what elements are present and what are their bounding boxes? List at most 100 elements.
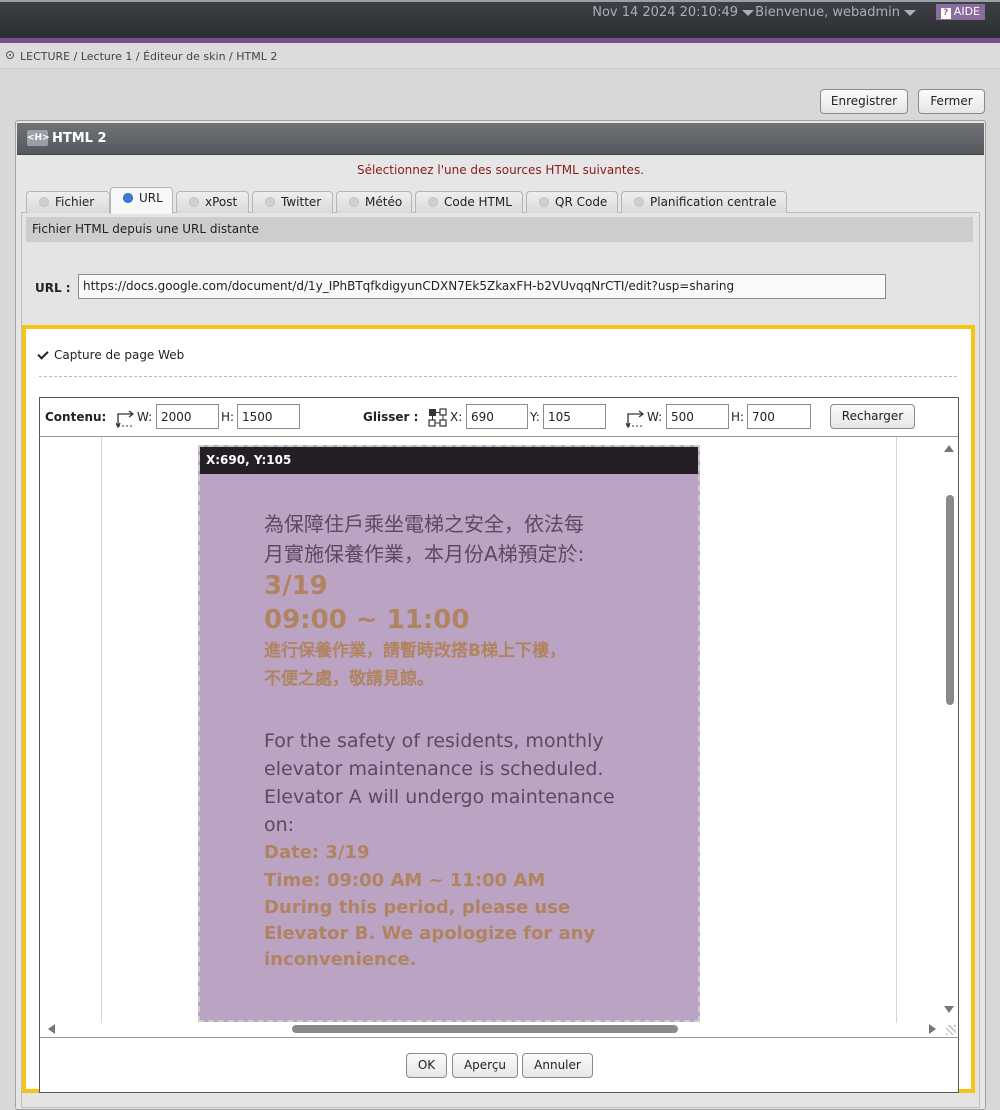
ok-button[interactable]: OK: [406, 1053, 447, 1078]
tab-label: URL: [139, 191, 163, 205]
tab-label: Météo: [365, 195, 403, 209]
select-source-message: Sélectionnez l'une des sources HTML suiv…: [356, 163, 645, 177]
tab-xpost[interactable]: xPost: [176, 191, 249, 213]
drag-label: Glisser :: [363, 410, 419, 424]
cancel-button[interactable]: Annuler: [522, 1053, 593, 1078]
capture-label: Capture de page Web: [54, 348, 185, 362]
scroll-up-arrow-icon[interactable]: [944, 445, 954, 452]
help-button[interactable]: ? AIDE: [935, 4, 985, 20]
scroll-left-arrow-icon[interactable]: [48, 1024, 55, 1034]
notice-en-line: on:: [264, 814, 295, 836]
breadcrumb-bar: LECTURE / Lecture 1 / Éditeur de skin / …: [0, 43, 1000, 69]
capture-viewport[interactable]: X:690, Y:105 為保障住戶乘坐電梯之安全，依法每 月實施保養作業，本月…: [39, 437, 959, 1037]
tab-qr-code[interactable]: QR Code: [526, 191, 618, 213]
html-icon: <H>: [27, 130, 50, 146]
divider: [39, 376, 957, 377]
preview-button[interactable]: Aperçu: [452, 1053, 518, 1078]
notice-en-time: Time: 09:00 AM ~ 11:00 AM: [264, 870, 546, 891]
help-label: AIDE: [953, 5, 980, 18]
tab-code-html[interactable]: Code HTML: [415, 191, 523, 213]
resize-icon: [626, 410, 645, 428]
move-icon: [428, 408, 447, 427]
radio-icon: [539, 197, 549, 207]
content-width-input[interactable]: [156, 404, 219, 429]
radio-icon: [634, 197, 644, 207]
notice-en-line: For the safety of residents, monthly: [264, 730, 604, 752]
notice-en-line: Elevator A will undergo maintenance: [264, 786, 615, 808]
radio-selected-icon: [123, 193, 133, 203]
notice-zh-line: 為保障住戶乘坐電梯之安全，依法每: [264, 512, 584, 536]
datetime-dropdown[interactable]: Nov 14 2024 20:10:49: [592, 5, 754, 20]
question-icon: ?: [940, 8, 951, 19]
radio-icon: [349, 197, 359, 207]
radio-icon: [265, 197, 275, 207]
tab-label: Fichier: [55, 195, 95, 209]
resize-icon: [116, 410, 135, 428]
drag-h-label: H:: [731, 410, 745, 424]
top-bar: Nov 14 2024 20:10:49 Bienvenue, webadmin…: [0, 0, 1000, 38]
dialog-footer: OK Aperçu Annuler: [39, 1037, 959, 1093]
panel-title: HTML 2: [52, 131, 107, 146]
vertical-scrollbar[interactable]: [946, 495, 954, 705]
drag-y-label: Y:: [530, 410, 540, 424]
content-w-label: W:: [137, 410, 153, 424]
notice-en-strong: Elevator B. We apologize for any: [264, 923, 596, 944]
drag-x-input[interactable]: [466, 404, 528, 429]
datetime-text: Nov 14 2024 20:10:49: [592, 5, 738, 20]
radio-icon: [39, 197, 49, 207]
drag-width-input[interactable]: [666, 404, 729, 429]
target-icon: [6, 51, 14, 59]
radio-icon: [189, 197, 199, 207]
drag-height-input[interactable]: [747, 404, 811, 429]
resize-grip-icon[interactable]: [946, 1025, 956, 1035]
save-button[interactable]: Enregistrer: [820, 89, 908, 114]
chevron-down-icon: [904, 9, 916, 16]
chevron-down-icon: [742, 9, 754, 16]
tab-fichier[interactable]: Fichier: [26, 191, 110, 213]
user-menu[interactable]: Bienvenue, webadmin: [755, 5, 916, 20]
notice-zh-strong: 進行保養作業，請暫時改搭B梯上下樓，: [264, 641, 566, 661]
notice-zh-strong: 不便之處，敬請見諒。: [264, 669, 434, 689]
notice-en-strong: During this period, please use: [264, 897, 571, 918]
tab-meteo[interactable]: Météo: [336, 191, 412, 213]
welcome-text: Bienvenue, webadmin: [755, 5, 900, 20]
breadcrumb: LECTURE / Lecture 1 / Éditeur de skin / …: [20, 50, 278, 63]
content-label: Contenu:: [45, 410, 107, 424]
content-height-input[interactable]: [237, 404, 300, 429]
drag-x-label: X:: [450, 410, 463, 424]
tab-label: Code HTML: [444, 195, 512, 209]
maintenance-notice: 為保障住戶乘坐電梯之安全，依法每 月實施保養作業，本月份A梯預定於: 3/19 …: [264, 509, 644, 973]
capture-checkbox[interactable]: Capture de page Web: [37, 348, 185, 362]
drag-selection-box[interactable]: X:690, Y:105 為保障住戶乘坐電梯之安全，依法每 月實施保養作業，本月…: [198, 445, 700, 1022]
notice-en-date: Date: 3/19: [264, 842, 370, 863]
tab-planification-centrale[interactable]: Planification centrale: [621, 191, 787, 213]
web-capture-box: Capture de page Web Contenu: W: H: Gliss…: [22, 325, 975, 1093]
notice-en-strong: inconvenience.: [264, 949, 417, 970]
tab-label: Twitter: [281, 195, 322, 209]
drag-y-input[interactable]: [543, 404, 606, 429]
notice-time: 09:00 ~ 11:00: [264, 605, 470, 635]
url-input[interactable]: https://docs.google.com/document/d/1y_IP…: [78, 274, 886, 299]
horizontal-scrollbar[interactable]: [292, 1025, 678, 1033]
scroll-right-arrow-icon[interactable]: [929, 1024, 936, 1034]
radio-icon: [428, 197, 438, 207]
tab-twitter[interactable]: Twitter: [252, 191, 333, 213]
capture-toolbar: Contenu: W: H: Glisser : X: Y: W:: [39, 397, 959, 437]
close-button[interactable]: Fermer: [918, 89, 985, 114]
url-label: URL :: [35, 281, 71, 295]
tab-label: xPost: [205, 195, 238, 209]
notice-date: 3/19: [264, 571, 328, 601]
notice-zh-line: 月實施保養作業，本月份A梯預定於:: [264, 542, 585, 566]
content-h-label: H:: [221, 410, 235, 424]
drag-box-coordinates: X:690, Y:105: [200, 447, 698, 474]
page-boundary-right: [896, 437, 897, 1023]
notice-en-line: elevator maintenance is scheduled.: [264, 758, 604, 780]
checkmark-icon: [37, 348, 49, 360]
page-boundary-left: [101, 437, 102, 1023]
drag-w-label: W:: [647, 410, 663, 424]
reload-button[interactable]: Recharger: [830, 404, 915, 429]
tab-url[interactable]: URL: [110, 187, 173, 214]
source-description: Fichier HTML depuis une URL distante: [26, 217, 973, 242]
tab-label: Planification centrale: [650, 195, 777, 209]
scroll-down-arrow-icon[interactable]: [944, 1006, 954, 1013]
